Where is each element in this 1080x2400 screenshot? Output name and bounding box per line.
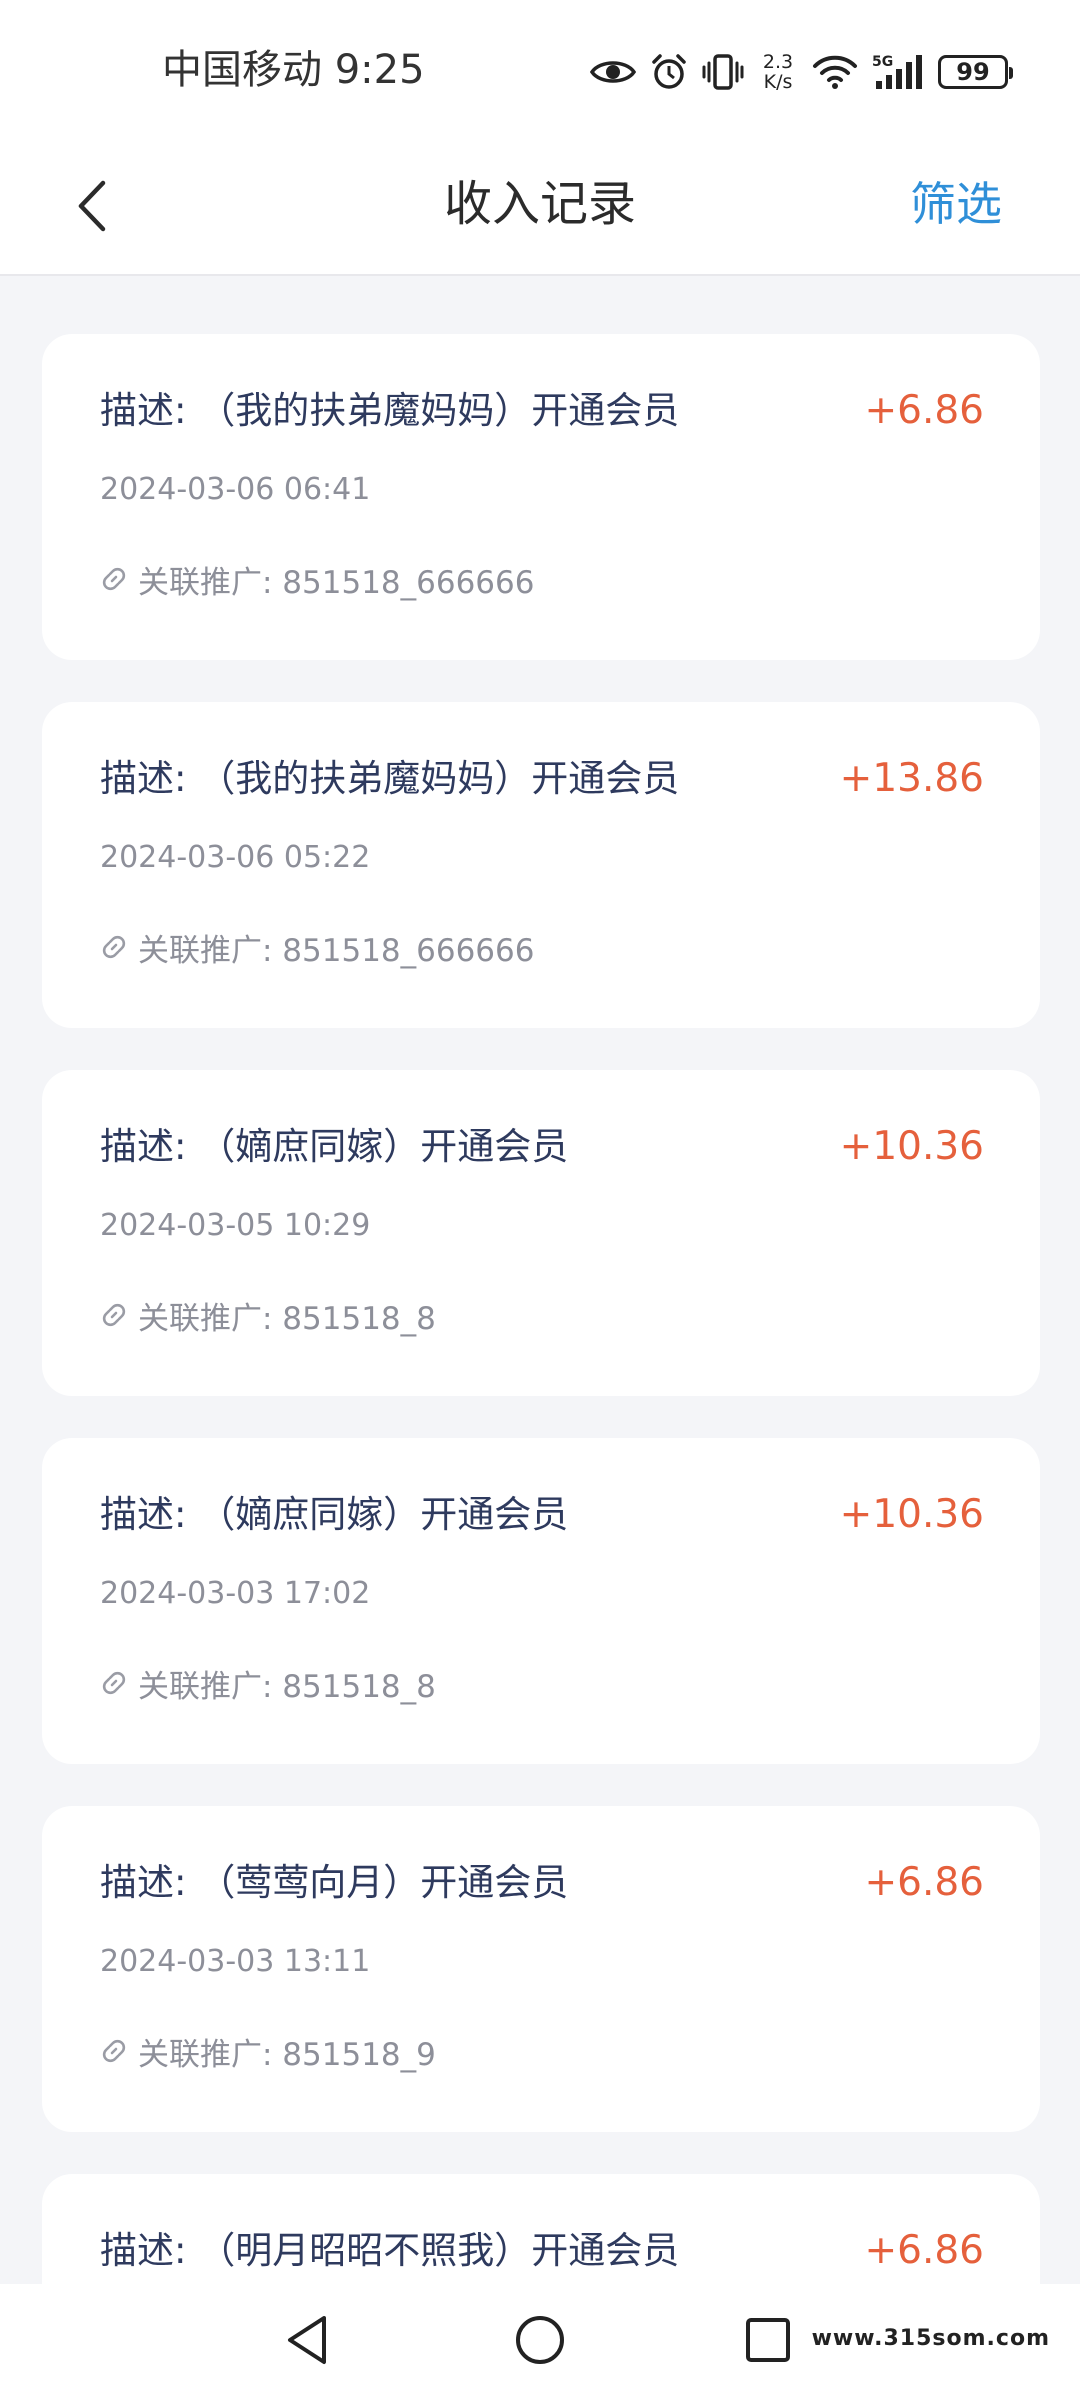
record-link-text: 关联推广: 851518_8 xyxy=(138,1668,436,1705)
record-amount: +13.86 xyxy=(839,756,984,801)
record-card[interactable]: 描述: （莺莺向月）开通会员 +6.86 2024-03-03 13:11 关联… xyxy=(42,1806,1040,2132)
record-time: 2024-03-06 05:22 xyxy=(100,840,371,875)
record-time: 2024-03-06 06:41 xyxy=(100,472,371,507)
filter-button[interactable]: 筛选 xyxy=(910,172,1002,236)
link-icon xyxy=(98,931,130,963)
link-icon xyxy=(98,1299,130,1331)
eye-icon xyxy=(590,57,636,87)
square-recents-icon xyxy=(744,2316,792,2368)
record-amount: +10.36 xyxy=(839,1124,984,1169)
record-description: 描述: （莺莺向月）开通会员 xyxy=(100,1861,569,1904)
net-speed-unit: K/s xyxy=(763,71,793,93)
record-card[interactable]: 描述: （嫡庶同嫁）开通会员 +10.36 2024-03-03 17:02 关… xyxy=(42,1438,1040,1764)
record-time: 2024-03-03 17:02 xyxy=(100,1576,371,1611)
income-record-list[interactable]: 描述: （我的扶弟魔妈妈）开通会员 +6.86 2024-03-06 06:41… xyxy=(42,334,1040,2284)
record-link-text: 关联推广: 851518_666666 xyxy=(138,564,535,601)
record-amount: +10.36 xyxy=(839,1492,984,1537)
system-recents-button[interactable] xyxy=(738,2312,798,2372)
record-link-text: 关联推广: 851518_666666 xyxy=(138,932,535,969)
record-card[interactable]: 描述: （我的扶弟魔妈妈）开通会员 +13.86 2024-03-06 05:2… xyxy=(42,702,1040,1028)
alarm-icon xyxy=(650,53,688,91)
net-speed-value: 2.3 xyxy=(762,51,794,73)
signal-5g-icon: 5G xyxy=(872,53,924,91)
link-icon xyxy=(98,2035,130,2067)
status-bar: 中国移动 9:25 2.3 K/s 5G 99 xyxy=(0,0,1080,140)
link-icon xyxy=(98,563,130,595)
system-navigation-bar: www.315som.com xyxy=(0,2284,1080,2400)
record-link-text: 关联推广: 851518_8 xyxy=(138,1300,436,1337)
status-icons: 2.3 K/s 5G 99 xyxy=(590,46,1013,98)
record-link-row: 关联推广: 851518_8 xyxy=(98,1662,436,1705)
watermark: www.315som.com xyxy=(811,2326,1050,2351)
nav-bar: 收入记录 筛选 xyxy=(0,140,1080,276)
vibrate-icon xyxy=(702,53,744,91)
record-amount: +6.86 xyxy=(864,2228,984,2273)
record-link-row: 关联推广: 851518_8 xyxy=(98,1294,436,1337)
record-card[interactable]: 描述: （嫡庶同嫁）开通会员 +10.36 2024-03-05 10:29 关… xyxy=(42,1070,1040,1396)
record-description: 描述: （明月昭昭不照我）开通会员 xyxy=(100,2229,680,2272)
record-time: 2024-03-03 13:11 xyxy=(100,1944,371,1979)
system-home-button[interactable] xyxy=(510,2312,570,2372)
battery-indicator: 99 xyxy=(938,55,1013,89)
record-amount: +6.86 xyxy=(864,388,984,433)
svg-text:5G: 5G xyxy=(872,54,893,70)
record-link-row: 关联推广: 851518_666666 xyxy=(98,558,535,601)
record-time: 2024-03-05 10:29 xyxy=(100,1208,371,1243)
circle-home-icon xyxy=(514,2314,566,2370)
record-description: 描述: （嫡庶同嫁）开通会员 xyxy=(100,1125,569,1168)
triangle-back-icon xyxy=(284,2314,332,2370)
record-link-row: 关联推广: 851518_9 xyxy=(98,2030,436,2073)
record-card[interactable]: 描述: （明月昭昭不照我）开通会员 +6.86 xyxy=(42,2174,1040,2284)
record-amount: +6.86 xyxy=(864,1860,984,1905)
status-carrier-time: 中国移动 9:25 xyxy=(162,47,425,93)
record-link-row: 关联推广: 851518_666666 xyxy=(98,926,535,969)
record-description: 描述: （嫡庶同嫁）开通会员 xyxy=(100,1493,569,1536)
record-description: 描述: （我的扶弟魔妈妈）开通会员 xyxy=(100,389,680,432)
record-description: 描述: （我的扶弟魔妈妈）开通会员 xyxy=(100,757,680,800)
system-back-button[interactable] xyxy=(278,2312,338,2372)
record-link-text: 关联推广: 851518_9 xyxy=(138,2036,436,2073)
record-card[interactable]: 描述: （我的扶弟魔妈妈）开通会员 +6.86 2024-03-06 06:41… xyxy=(42,334,1040,660)
wifi-icon xyxy=(812,54,858,90)
link-icon xyxy=(98,1667,130,1699)
net-speed: 2.3 K/s xyxy=(758,52,798,92)
